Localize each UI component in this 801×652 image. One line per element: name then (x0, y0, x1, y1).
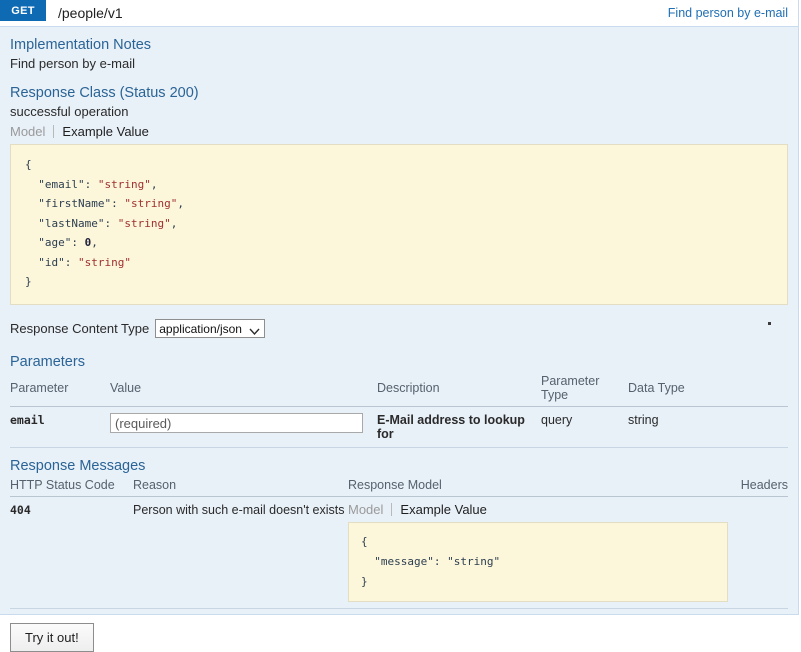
operation-heading[interactable]: GET /people/v1 Find person by e-mail (0, 0, 798, 27)
implementation-notes-title: Implementation Notes (10, 37, 152, 53)
parameters-col-description: Description (377, 372, 541, 408)
response-headers (728, 496, 788, 610)
submit-area: Try it out! (0, 609, 798, 652)
parameter-description: E-Mail address to lookup for (377, 406, 541, 449)
response-model-cell: Model Example Value { "message": "string… (348, 496, 728, 610)
tab-example-value[interactable]: Example Value (391, 503, 487, 517)
response-content-type-wrapper[interactable]: application/json (155, 319, 266, 339)
response-model-tabs: Model Example Value (348, 503, 728, 517)
parameter-value-cell (110, 406, 377, 449)
try-it-out-button[interactable]: Try it out! (10, 623, 94, 652)
operation-panel: GET /people/v1 Find person by e-mail Imp… (0, 0, 799, 652)
response-content-type-label: Response Content Type (10, 321, 150, 337)
resize-dot-marker (768, 322, 771, 326)
response-col-headers: Headers (728, 476, 788, 498)
parameters-col-data-type: Data Type (628, 372, 788, 408)
parameter-data-type: string (628, 406, 788, 449)
parameter-name: email (10, 406, 110, 449)
response-content-type-row: Response Content Type application/json (10, 319, 788, 339)
parameter-value-input[interactable] (110, 413, 363, 434)
response-content-type-select[interactable]: application/json (155, 319, 266, 339)
parameters-table: Parameter Value Description Parameter Ty… (10, 372, 788, 449)
response-messages-header-row: HTTP Status Code Reason Response Model H… (10, 476, 788, 498)
response-class-description: successful operation (10, 104, 129, 119)
response-col-status-code: HTTP Status Code (10, 476, 133, 498)
parameter-type: query (541, 406, 628, 449)
response-reason: Person with such e-mail doesn't exists (133, 496, 348, 610)
response-class-tabs: Model Example Value (10, 125, 788, 138)
response-class-example-snippet: { "email": "string", "firstName": "strin… (10, 144, 788, 306)
response-model-example-snippet: { "message": "string" } (348, 522, 728, 603)
operation-summary[interactable]: Find person by e-mail (668, 0, 798, 26)
table-row: email E-Mail address to lookup for query… (10, 406, 788, 449)
tab-model[interactable]: Model (10, 125, 53, 138)
response-col-reason: Reason (133, 476, 348, 498)
table-row: 404 Person with such e-mail doesn't exis… (10, 496, 788, 610)
operation-path[interactable]: /people/v1 (46, 0, 668, 26)
parameters-col-parameter: Parameter (10, 372, 110, 408)
operation-content: Implementation Notes Find person by e-ma… (0, 27, 798, 610)
tab-model[interactable]: Model (348, 503, 391, 516)
tab-example-value[interactable]: Example Value (53, 125, 149, 138)
parameters-title: Parameters (10, 354, 85, 371)
response-status-code: 404 (10, 496, 133, 610)
response-messages-table: HTTP Status Code Reason Response Model H… (10, 476, 788, 610)
parameters-header-row: Parameter Value Description Parameter Ty… (10, 372, 788, 408)
parameters-col-parameter-type: Parameter Type (541, 372, 628, 408)
http-method-badge: GET (0, 0, 46, 21)
response-class-title: Response Class (Status 200) (10, 85, 199, 101)
response-col-response-model: Response Model (348, 476, 728, 498)
response-messages-title: Response Messages (10, 458, 146, 475)
implementation-notes-text: Find person by e-mail (10, 56, 135, 71)
parameters-col-value: Value (110, 372, 377, 408)
